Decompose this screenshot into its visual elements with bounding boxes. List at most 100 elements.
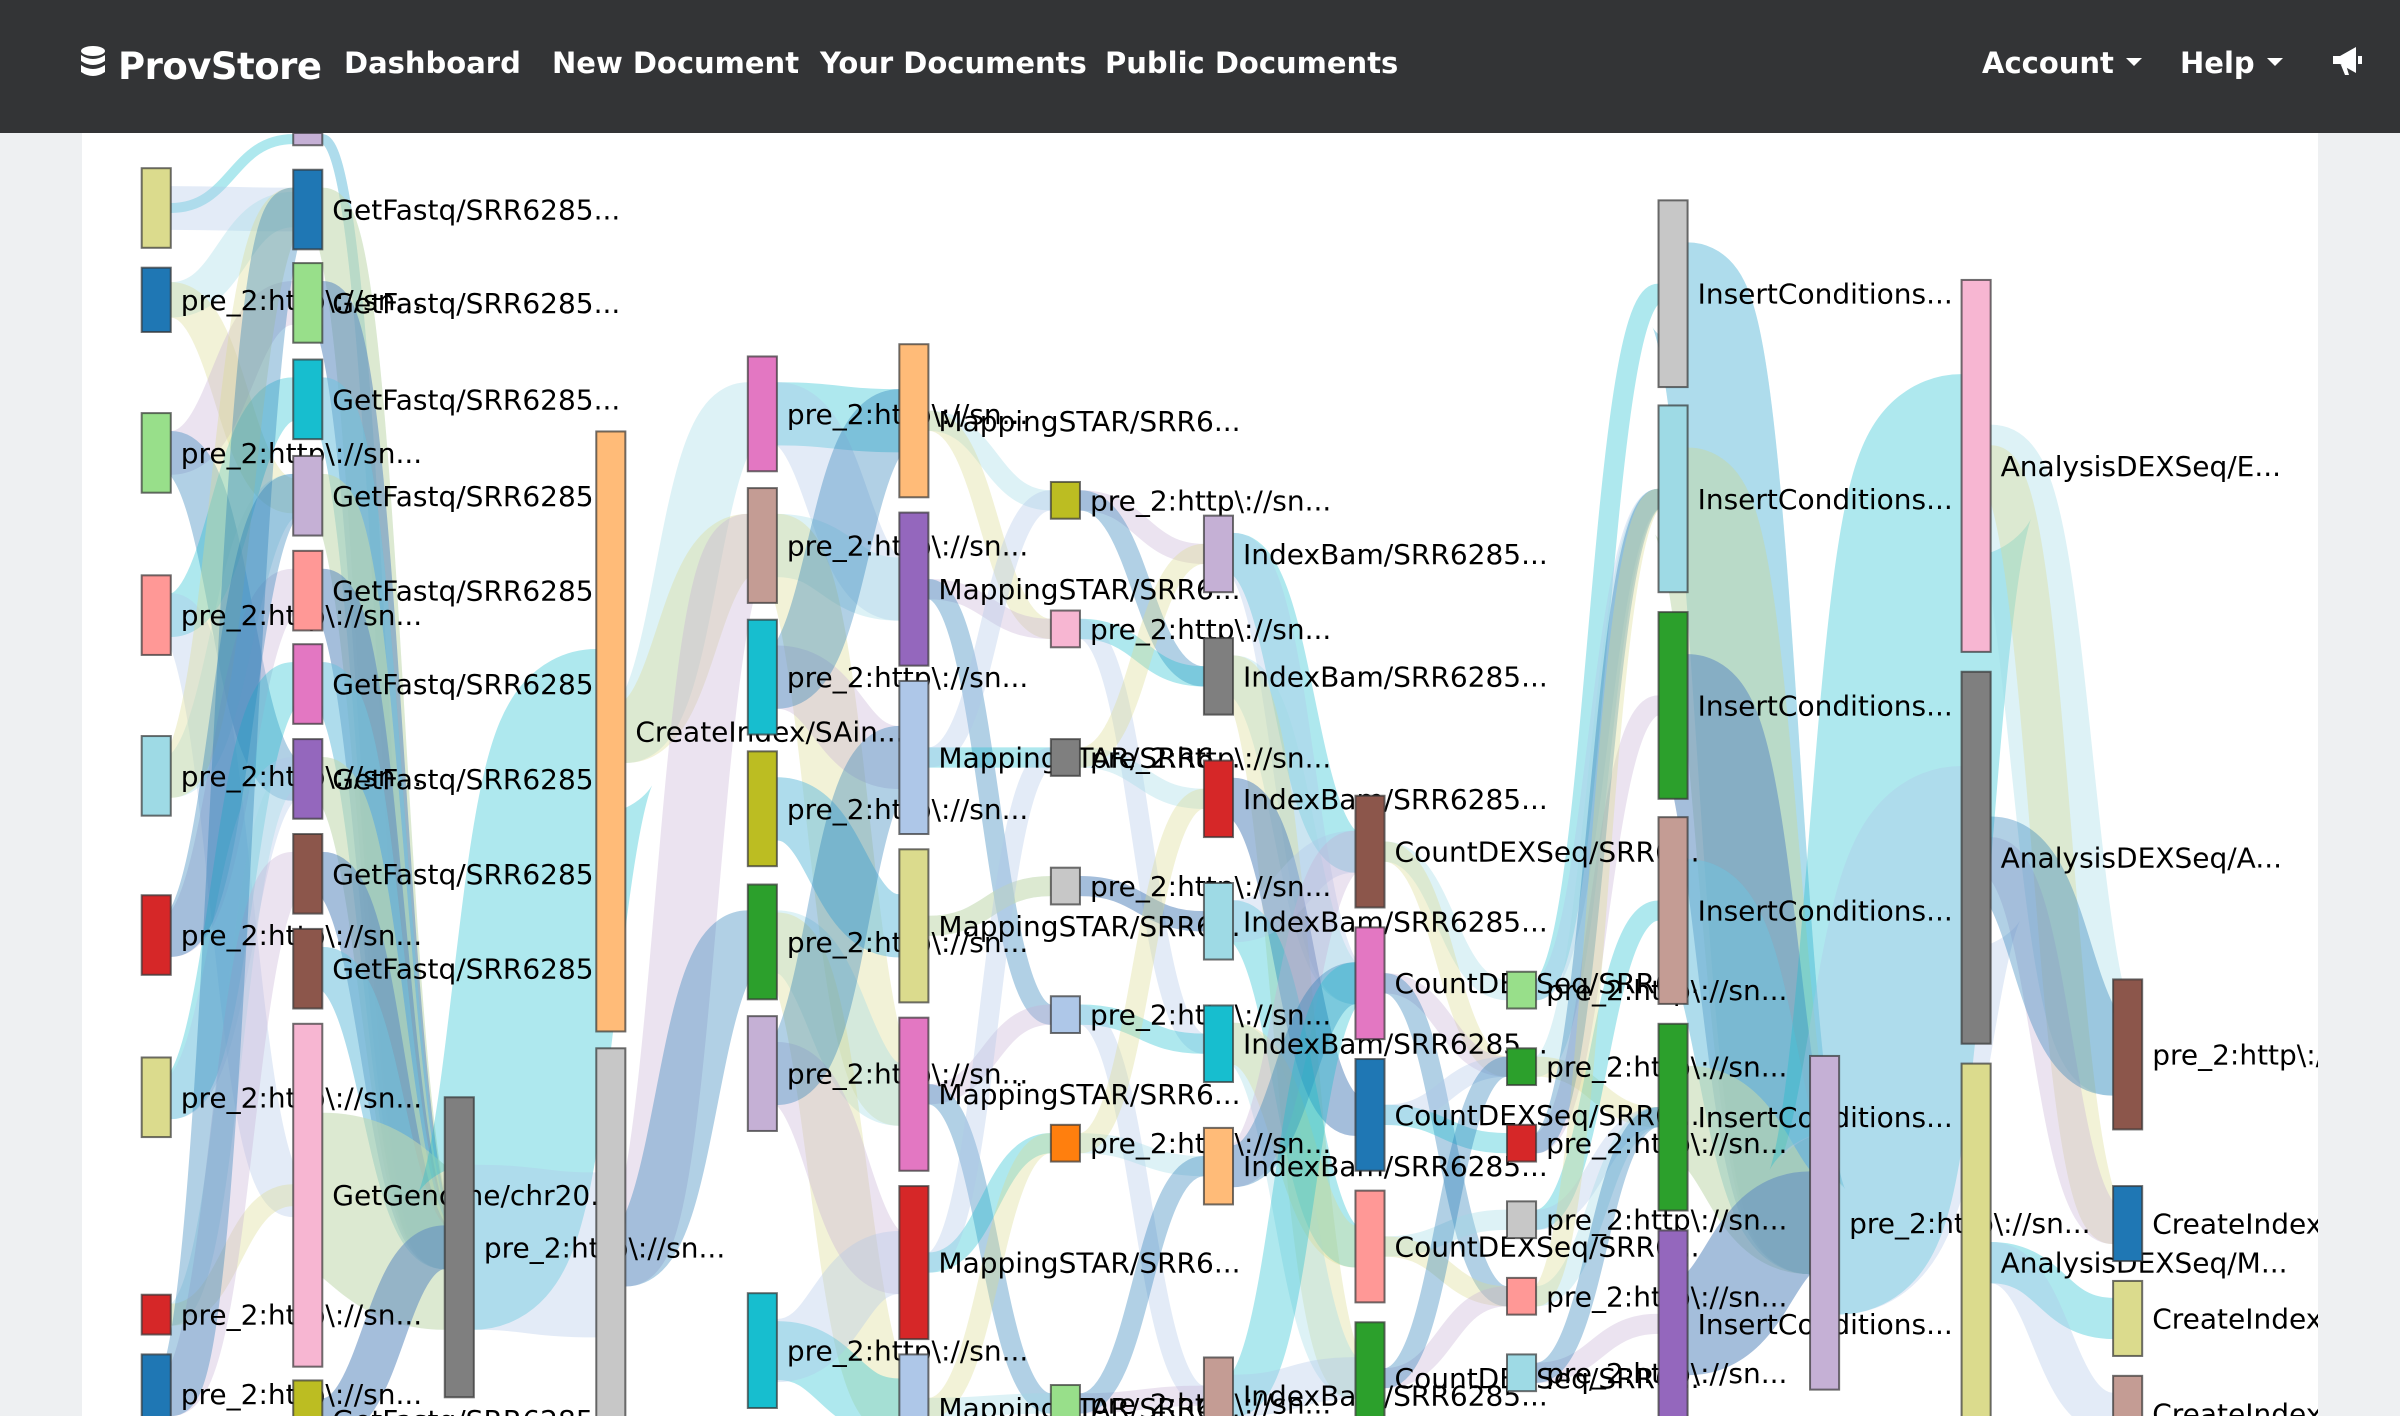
sankey-node[interactable] — [292, 168, 324, 251]
sankey-node[interactable] — [1960, 670, 1992, 1045]
sankey-node[interactable] — [292, 133, 324, 147]
sankey-node[interactable] — [1049, 738, 1081, 777]
nav-new-document[interactable]: New Document — [552, 46, 799, 80]
sankey-node[interactable] — [140, 167, 172, 249]
sankey-node[interactable] — [2112, 1185, 2144, 1263]
megaphone-icon[interactable] — [2330, 44, 2366, 85]
sankey-node[interactable] — [443, 1096, 475, 1399]
sankey-node[interactable] — [1505, 1276, 1538, 1316]
sankey-node[interactable] — [746, 1015, 778, 1132]
sankey-node[interactable] — [292, 738, 324, 820]
sankey-node[interactable] — [292, 262, 324, 344]
sankey-node[interactable] — [898, 1185, 930, 1341]
sankey-node[interactable] — [1049, 1384, 1081, 1416]
sankey-node[interactable] — [898, 343, 930, 499]
nav-your-documents[interactable]: Your Documents — [820, 46, 1087, 80]
sankey-node-label: GetFastq/SRR6285... — [332, 575, 620, 608]
sankey-node[interactable] — [1202, 1356, 1235, 1416]
sankey-node[interactable] — [1657, 816, 1689, 1005]
sankey-node[interactable] — [1202, 881, 1235, 961]
sankey-node[interactable] — [1505, 1123, 1538, 1163]
sankey-node[interactable] — [1657, 199, 1689, 389]
sankey-node-label: CreateIndex/geno... — [2152, 1302, 2318, 1335]
sankey-node[interactable] — [1354, 926, 1386, 1041]
sankey-node[interactable] — [292, 1022, 324, 1368]
sankey-node[interactable] — [1505, 1047, 1538, 1087]
sankey-node-label: GetFastq/SRR6285... — [332, 383, 620, 416]
sankey-node[interactable] — [140, 735, 172, 817]
sankey-node-label: InsertConditions... — [1698, 483, 1953, 516]
nav-dashboard[interactable]: Dashboard — [344, 46, 521, 80]
sankey-node-label: GetFastq/SRR6285... — [332, 953, 620, 986]
sankey-node[interactable] — [2112, 978, 2144, 1131]
sankey-node[interactable] — [292, 454, 324, 537]
sankey-node-label: GetFastq/SRR6285... — [332, 668, 620, 701]
provenance-sankey-diagram[interactable]: pre_2:http\://sn...pre_2:http\://sn...pr… — [82, 133, 2318, 1416]
sankey-node[interactable] — [140, 1056, 172, 1139]
sankey-node[interactable] — [1809, 1054, 1841, 1391]
sankey-node-label: GetFastq/SRR6285... — [332, 287, 620, 320]
sankey-node[interactable] — [1049, 480, 1081, 520]
sankey-node[interactable] — [292, 1379, 324, 1416]
sankey-node[interactable] — [1049, 1123, 1081, 1163]
sankey-node-label: InsertConditions... — [1698, 278, 1953, 311]
sankey-node[interactable] — [1657, 611, 1689, 800]
sankey-node[interactable] — [898, 1016, 930, 1172]
sankey-node[interactable] — [1354, 1321, 1386, 1416]
sankey-node[interactable] — [1202, 514, 1235, 594]
sankey-node-label: CountDEXSeq/SRR6... — [1395, 836, 1700, 869]
sankey-node[interactable] — [746, 487, 778, 604]
sankey-node[interactable] — [1505, 970, 1538, 1010]
sankey-node[interactable] — [1354, 1058, 1386, 1172]
sankey-node-label: CreateIndex/chrN... — [2152, 1208, 2318, 1241]
sankey-node[interactable] — [746, 883, 778, 1001]
account-menu[interactable]: Account — [1982, 46, 2142, 80]
sankey-node[interactable] — [292, 358, 324, 441]
sankey-node[interactable] — [1354, 794, 1386, 909]
sankey-node[interactable] — [1202, 637, 1235, 716]
caret-down-icon — [2266, 58, 2283, 66]
help-menu[interactable]: Help — [2180, 46, 2283, 80]
sankey-node[interactable] — [746, 355, 778, 473]
sankey-node[interactable] — [292, 927, 324, 1010]
sankey-node[interactable] — [898, 1353, 930, 1416]
sankey-node[interactable] — [292, 643, 324, 725]
sankey-node[interactable] — [1049, 609, 1081, 649]
sankey-node[interactable] — [140, 1353, 172, 1416]
nav-public-documents[interactable]: Public Documents — [1105, 46, 1398, 80]
sankey-node[interactable] — [746, 1292, 778, 1409]
sankey-node[interactable] — [898, 848, 930, 1004]
sankey-node[interactable] — [2112, 1279, 2144, 1357]
sankey-node-label: IndexBam/SRR6285... — [1243, 905, 1548, 938]
sankey-node[interactable] — [140, 412, 172, 494]
sankey-node[interactable] — [1202, 1126, 1235, 1206]
sankey-node[interactable] — [1202, 1004, 1235, 1083]
sankey-node[interactable] — [292, 833, 324, 915]
sankey-node[interactable] — [140, 894, 172, 976]
sankey-node[interactable] — [1049, 995, 1081, 1034]
sankey-node[interactable] — [1049, 866, 1081, 906]
brand-logo[interactable]: ProvStore — [80, 40, 322, 92]
sankey-node[interactable] — [1505, 1353, 1538, 1393]
sankey-node[interactable] — [1657, 1229, 1689, 1416]
sankey-node[interactable] — [1960, 1062, 1992, 1416]
sankey-node[interactable] — [595, 1047, 627, 1416]
sankey-node[interactable] — [1960, 278, 1992, 653]
sankey-node[interactable] — [292, 549, 324, 632]
sankey-node[interactable] — [140, 574, 172, 656]
sankey-node[interactable] — [1354, 1189, 1386, 1304]
sankey-node[interactable] — [746, 750, 778, 868]
sankey-node[interactable] — [595, 430, 627, 1033]
sankey-node[interactable] — [746, 618, 778, 736]
sankey-node[interactable] — [1657, 1022, 1689, 1212]
sankey-node-label: GetFastq/SRR6285... — [332, 194, 620, 227]
sankey-node[interactable] — [140, 1293, 172, 1336]
sankey-node[interactable] — [2112, 1374, 2144, 1416]
sankey-node[interactable] — [1505, 1200, 1538, 1240]
sankey-node-label: InsertConditions... — [1698, 689, 1953, 722]
sankey-node[interactable] — [140, 266, 172, 333]
sankey-node[interactable] — [898, 679, 930, 836]
sankey-node[interactable] — [1202, 759, 1235, 839]
sankey-node[interactable] — [898, 511, 930, 667]
sankey-node[interactable] — [1657, 404, 1689, 594]
